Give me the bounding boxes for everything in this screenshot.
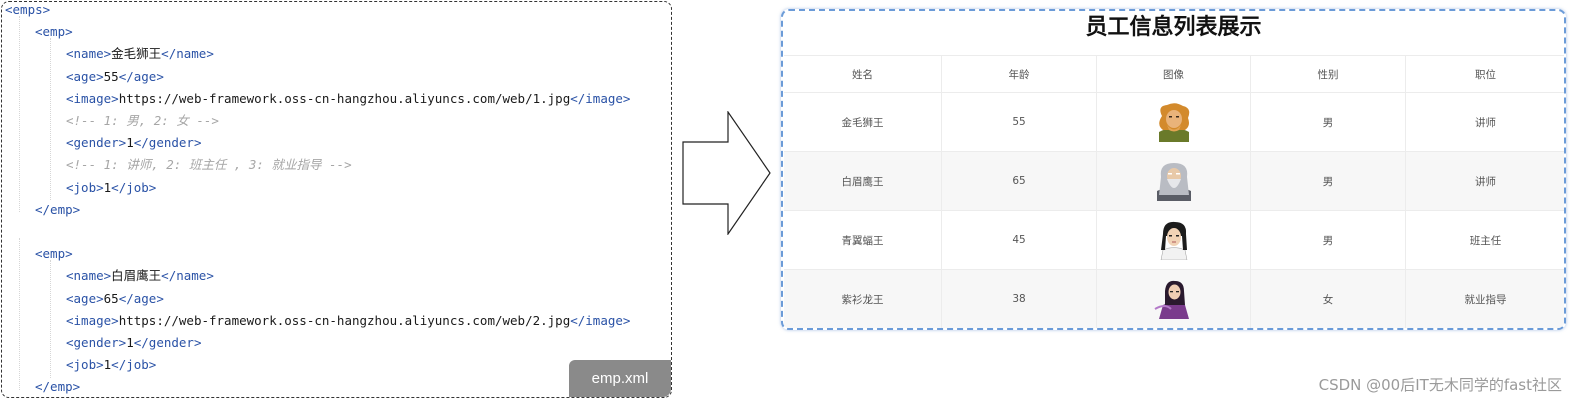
xml-tag: </job>: [111, 357, 157, 373]
code-line: <emps>: [5, 2, 51, 21]
xml-tag: </name>: [161, 46, 214, 62]
cell-name: 白眉鹰王: [784, 152, 942, 210]
cell-gender: 男: [1251, 152, 1406, 210]
indent-guide: [50, 260, 51, 378]
cell-gender: 女: [1251, 270, 1406, 328]
xml-tag: <emps>: [5, 2, 51, 17]
cell-age: 55: [942, 93, 1097, 151]
xml-tag: </age>: [118, 68, 164, 84]
cell-age: 65: [942, 152, 1097, 210]
xml-tag: <image>: [66, 312, 119, 328]
xml-text: https://web-framework.oss-cn-hangzhou.al…: [118, 90, 571, 106]
cell-job: 讲师: [1475, 175, 1496, 188]
cell-name: 金毛狮王: [784, 93, 942, 151]
xml-tag: <job>: [66, 179, 104, 195]
white-brow-eagle-king-avatar-icon: [1156, 163, 1191, 201]
xml-tag: </age>: [118, 290, 164, 306]
table-row: 金毛狮王 55 男 讲师: [784, 93, 1564, 152]
table-title: 员工信息列表展示: [1085, 15, 1262, 40]
code-line: <emp>: [35, 21, 73, 43]
indent-guide: [19, 16, 20, 212]
code-line: <job>1</job>: [66, 354, 156, 376]
xml-tag: </job>: [111, 179, 157, 195]
xml-tag: </image>: [570, 312, 631, 328]
code-line: <image>https://web-framework.oss-cn-hang…: [66, 88, 630, 110]
employee-table-panel: 员工信息列表展示 姓名 年龄 图像 性别 职位 金毛狮王 55 男 讲师 白眉鹰…: [781, 9, 1566, 330]
code-line: <age>65</age>: [66, 288, 164, 310]
code-comment-line: <!-- 1: 讲师, 2: 班主任 , 3: 就业指导 -->: [66, 157, 352, 173]
xml-tag: <job>: [66, 357, 104, 373]
xml-tag: </name>: [161, 268, 214, 284]
indent-guide: [50, 38, 51, 200]
code-line: <emp>: [35, 243, 73, 265]
xml-tag: </emp>: [35, 379, 81, 395]
table-row: 青翼蝠王 45 男 班主任: [784, 211, 1564, 270]
header-job: 职位: [1475, 68, 1496, 81]
cell-age: 45: [942, 211, 1097, 269]
cell-avatar: [1097, 152, 1251, 210]
xml-tag: <age>: [66, 290, 104, 306]
table-header-row: 姓名 年龄 图像 性别 职位: [784, 56, 1564, 93]
xml-text: 白眉鹰王: [111, 268, 162, 284]
xml-text: 1: [126, 135, 134, 151]
xml-tag: </emp>: [35, 201, 81, 217]
xml-text: 65: [103, 290, 119, 306]
code-line: </emp>: [35, 199, 80, 221]
code-line: </emp>: [35, 376, 81, 397]
code-line: <gender>1</gender>: [66, 132, 201, 154]
xml-tag: <name>: [66, 46, 112, 62]
cell-avatar: [1097, 211, 1251, 269]
file-name-badge: emp.xml: [569, 360, 671, 397]
xml-tag: <emp>: [35, 246, 73, 262]
xml-tag: <age>: [66, 68, 104, 84]
cell-gender: 男: [1251, 211, 1406, 269]
employee-table: 姓名 年龄 图像 性别 职位 金毛狮王 55 男 讲师 白眉鹰王 65 男 讲师…: [784, 55, 1564, 328]
code-line: <gender>1</gender>: [66, 332, 201, 354]
xml-tag: </gender>: [133, 135, 202, 151]
code-line: <age>55</age>: [66, 66, 164, 88]
code-line: <job>1</job>: [66, 177, 156, 199]
cell-avatar: [1097, 270, 1251, 328]
cell-age: 38: [942, 270, 1097, 328]
xml-text: 55: [103, 68, 119, 84]
green-wing-bat-king-avatar-icon: [1160, 221, 1187, 260]
header-age: 年龄: [942, 56, 1097, 92]
xml-text: https://web-framework.oss-cn-hangzhou.al…: [118, 312, 571, 328]
cell-gender: 男: [1251, 93, 1406, 151]
xml-tag: <gender>: [66, 135, 127, 151]
cell-job: 讲师: [1475, 116, 1496, 129]
xml-tag: </gender>: [133, 335, 202, 350]
header-name: 姓名: [784, 56, 942, 92]
code-comment-line: <!-- 1: 男, 2: 女 -->: [66, 113, 219, 128]
xml-text: 1: [126, 335, 134, 350]
xml-tag: <image>: [66, 90, 119, 106]
code-line: <image>https://web-framework.oss-cn-hang…: [66, 310, 630, 332]
table-row: 白眉鹰王 65 男 讲师: [784, 152, 1564, 211]
xml-tag: <emp>: [35, 24, 73, 40]
xml-tag: <gender>: [66, 335, 127, 350]
cell-name: 紫衫龙王: [784, 270, 942, 328]
header-gender: 性别: [1251, 56, 1406, 92]
header-image: 图像: [1097, 56, 1251, 92]
xml-tag: <name>: [66, 268, 112, 284]
watermark: CSDN @00后IT无木同学的fast社区: [1318, 376, 1562, 394]
cell-name: 青翼蝠王: [784, 211, 942, 269]
xml-tag: </image>: [570, 90, 631, 106]
table-row: 紫衫龙王 38 女 就业指导: [784, 270, 1564, 328]
right-arrow-icon: [682, 111, 771, 235]
xml-code-panel: <emps> <emp> <name>金毛狮王</name> <age>55</age…: [1, 1, 672, 398]
golden-lion-king-avatar-icon: [1158, 103, 1189, 142]
cell-job: 班主任: [1469, 234, 1502, 247]
code-line: <name>金毛狮王</name>: [66, 43, 214, 65]
indent-guide: [19, 238, 20, 390]
purple-robe-dragon-king-avatar-icon: [1153, 280, 1189, 319]
code-line: <name>白眉鹰王</name>: [66, 265, 214, 287]
cell-job: 就业指导: [1464, 293, 1507, 306]
cell-avatar: [1097, 93, 1251, 151]
xml-text: 金毛狮王: [111, 46, 162, 62]
